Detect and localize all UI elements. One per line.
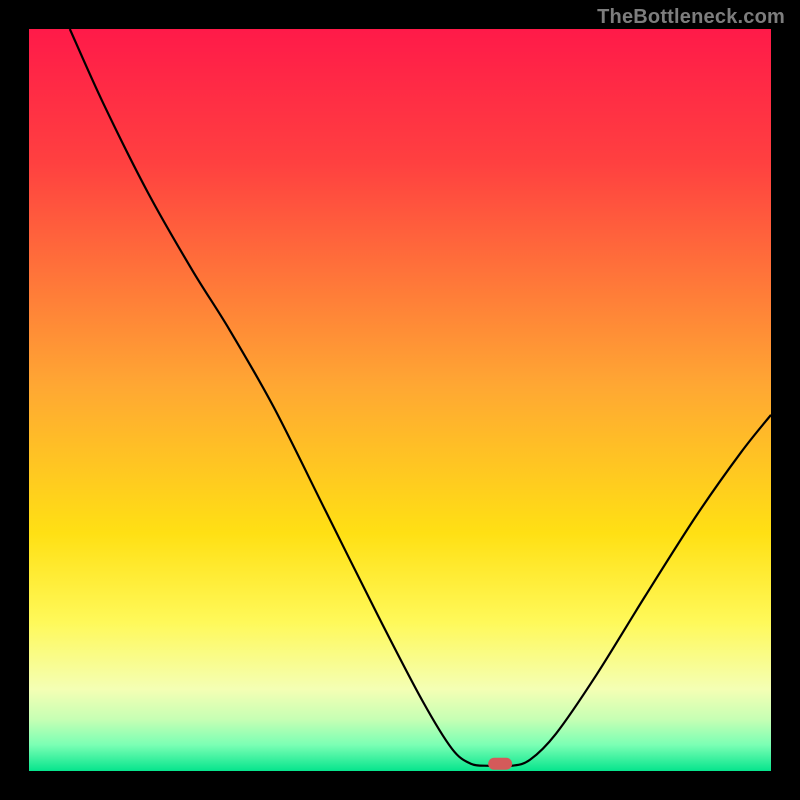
curve-path (70, 29, 771, 766)
chart-stage: TheBottleneck.com (0, 0, 800, 800)
watermark-text: TheBottleneck.com (597, 6, 785, 29)
optimal-marker (488, 757, 512, 770)
bottleneck-curve (29, 29, 771, 771)
plot-area (29, 29, 771, 771)
